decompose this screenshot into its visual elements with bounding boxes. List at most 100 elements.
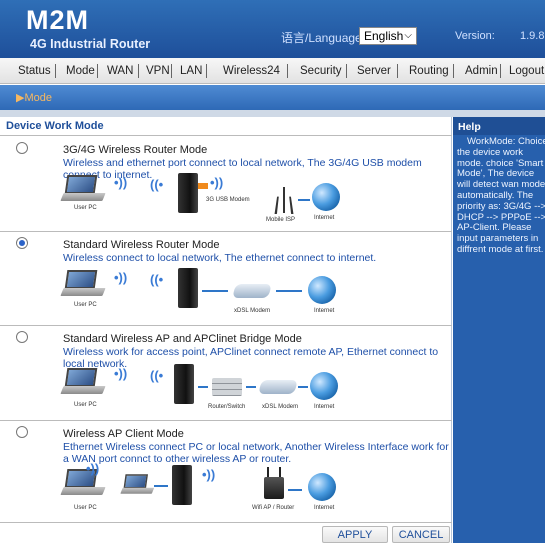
nav-lan[interactable]: LAN xyxy=(180,65,202,77)
diagram-caption: Internet xyxy=(314,215,335,221)
language-select-value: English xyxy=(364,29,404,43)
wifi-signal-icon: •)) xyxy=(114,175,128,190)
diagram-caption: Wifi AP / Router xyxy=(252,505,295,511)
chevron-down-icon: ⌵ xyxy=(404,30,412,41)
option-title: Wireless AP Client Mode xyxy=(63,428,184,440)
nav-mode[interactable]: Mode xyxy=(66,65,95,77)
mode-diagram-ap-client: •)) •)) User PC Wifi AP / Router Interne… xyxy=(58,461,358,519)
nav-status[interactable]: Status xyxy=(18,65,51,77)
globe-icon xyxy=(312,183,340,211)
section-title: Device Work Mode xyxy=(6,120,104,132)
main-nav: Status Mode WAN VPN LAN Wireless24 Secur… xyxy=(0,58,545,84)
diagram-caption: User PC xyxy=(74,402,97,408)
nav-wireless24[interactable]: Wireless24 xyxy=(223,65,280,77)
separator-strip xyxy=(0,110,545,117)
diagram-caption: Router/Switch xyxy=(208,404,246,410)
router-icon xyxy=(172,465,192,505)
router-icon xyxy=(178,173,198,213)
nav-separator xyxy=(287,64,288,78)
nav-logout[interactable]: Logout xyxy=(509,65,544,77)
breadcrumb-bar: ▶Mode xyxy=(0,85,545,110)
laptop-icon xyxy=(60,175,106,201)
nav-wan[interactable]: WAN xyxy=(107,65,133,77)
cancel-button[interactable]: CANCEL xyxy=(392,526,450,543)
option-title: Standard Wireless Router Mode xyxy=(63,239,220,251)
nav-vpn[interactable]: VPN xyxy=(146,65,170,77)
cell-tower-icon xyxy=(273,183,295,214)
radio-ap-client-mode[interactable] xyxy=(16,426,28,438)
modem-icon xyxy=(258,380,298,394)
wifi-signal-icon: •)) xyxy=(210,175,224,190)
wifi-signal-icon: •)) xyxy=(202,467,216,482)
nav-separator xyxy=(453,64,454,78)
version-label: Version: xyxy=(455,30,495,42)
nav-routing[interactable]: Routing xyxy=(409,65,449,77)
wifi-signal-icon: ((• xyxy=(150,272,164,287)
diagram-caption: xDSL Modem xyxy=(262,404,299,410)
diagram-caption: 3G USB Modem xyxy=(206,197,250,203)
nav-separator xyxy=(97,64,98,78)
nav-separator xyxy=(397,64,398,78)
diagram-caption: Internet xyxy=(314,308,335,314)
nav-admin[interactable]: Admin xyxy=(465,65,498,77)
nav-separator xyxy=(138,64,139,78)
divider xyxy=(0,420,452,421)
globe-icon xyxy=(308,473,336,501)
help-title: Help xyxy=(453,117,545,135)
router-icon xyxy=(174,364,194,404)
nav-separator xyxy=(346,64,347,78)
connection-line xyxy=(298,386,308,388)
nav-separator xyxy=(55,64,56,78)
connection-line xyxy=(288,489,302,491)
apply-button[interactable]: APPLY xyxy=(322,526,388,543)
nav-separator xyxy=(206,64,207,78)
top-header: M2M 4G Industrial Router 语言/Language: En… xyxy=(0,0,545,58)
laptop-icon xyxy=(60,270,106,296)
breadcrumb: ▶Mode xyxy=(16,92,52,104)
connection-line xyxy=(202,290,228,292)
globe-icon xyxy=(310,372,338,400)
radio-standard-router-mode[interactable] xyxy=(16,237,28,249)
help-text: WorkMode: Choice the device work mode. c… xyxy=(457,136,545,255)
nav-server[interactable]: Server xyxy=(357,65,391,77)
wifi-signal-icon: •)) xyxy=(86,461,100,476)
laptop-icon xyxy=(120,474,155,494)
wifi-signal-icon: •)) xyxy=(114,270,128,285)
nav-separator xyxy=(500,64,501,78)
diagram-caption: User PC xyxy=(74,302,97,308)
divider xyxy=(0,325,452,326)
diagram-caption: User PC xyxy=(74,205,97,211)
divider xyxy=(0,522,452,523)
connection-line xyxy=(198,386,208,388)
wifi-signal-icon: ((• xyxy=(150,368,164,383)
globe-icon xyxy=(308,276,336,304)
diagram-caption: Internet xyxy=(314,404,335,410)
diagram-caption: Mobile ISP xyxy=(266,217,296,223)
connection-line xyxy=(154,485,168,487)
mode-diagram-ap-bridge: •)) ((• User PC Router/Switch xDSL Modem… xyxy=(58,358,358,416)
help-panel: Help WorkMode: Choice the device work mo… xyxy=(453,117,545,543)
version-value: 1.9.8 xyxy=(520,30,545,42)
wifi-ap-icon xyxy=(264,467,284,499)
diagram-caption: xDSL Modem xyxy=(234,308,271,314)
wifi-signal-icon: •)) xyxy=(114,366,128,381)
laptop-icon xyxy=(60,469,106,495)
laptop-icon xyxy=(60,368,106,394)
wifi-signal-icon: ((• xyxy=(150,177,164,192)
radio-3g4g-router-mode[interactable] xyxy=(16,142,28,154)
divider xyxy=(0,135,452,136)
radio-ap-bridge-mode[interactable] xyxy=(16,331,28,343)
usb-modem-icon xyxy=(198,183,208,189)
connection-line xyxy=(276,290,302,292)
mode-diagram-standard-router: •)) ((• User PC xDSL Modem Internet xyxy=(58,262,358,320)
language-label: 语言/Language: xyxy=(281,31,366,45)
diagram-caption: Internet xyxy=(314,505,335,511)
modem-icon xyxy=(232,284,272,298)
option-title: Standard Wireless AP and APClinet Bridge… xyxy=(63,333,302,345)
router-icon xyxy=(178,268,198,308)
nav-separator xyxy=(171,64,172,78)
nav-security[interactable]: Security xyxy=(300,65,342,77)
language-select[interactable]: English ⌵ xyxy=(359,27,417,45)
switch-icon xyxy=(212,378,242,396)
option-title: 3G/4G Wireless Router Mode xyxy=(63,144,208,156)
